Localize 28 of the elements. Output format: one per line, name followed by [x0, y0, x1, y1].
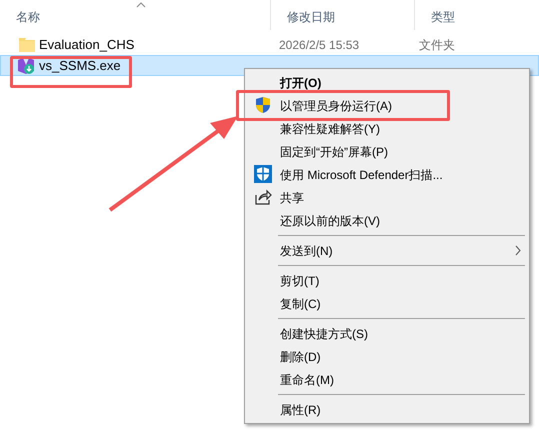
- sort-caret-icon: [136, 2, 146, 8]
- menu-item[interactable]: 固定到“开始”屏幕(P): [245, 140, 529, 163]
- shield-icon: [255, 96, 271, 114]
- file-type: 文件夹: [419, 36, 455, 54]
- menu-item[interactable]: 属性(R): [245, 398, 529, 421]
- menu-item[interactable]: 以管理员身份运行(A): [245, 94, 529, 117]
- menu-item[interactable]: 使用 Microsoft Defender扫描...: [245, 163, 529, 186]
- file-date: 2026/2/5 15:53: [279, 36, 360, 54]
- menu-item[interactable]: 剪切(T): [245, 269, 529, 292]
- column-header[interactable]: 名称: [16, 8, 40, 26]
- folder-icon: [19, 38, 35, 52]
- menu-item[interactable]: 还原以前的版本(V): [245, 209, 529, 232]
- menu-item[interactable]: 复制(C): [245, 292, 529, 315]
- menu-item[interactable]: 兼容性疑难解答(Y): [245, 117, 529, 140]
- chevron-right-icon: [515, 245, 521, 256]
- shield-icon: [254, 165, 272, 183]
- file-name: Evaluation_CHS: [39, 36, 136, 54]
- file-row[interactable]: Evaluation_CHS 2026/2/5 15:53 文件夹: [0, 34, 539, 55]
- menu-item[interactable]: 重命名(M): [245, 368, 529, 391]
- column-header[interactable]: 修改日期: [287, 8, 335, 26]
- menu-item[interactable]: 发送到(N): [245, 239, 529, 262]
- share-icon: [255, 189, 272, 205]
- menu-item[interactable]: 创建快捷方式(S): [245, 322, 529, 345]
- menu-item[interactable]: 删除(D): [245, 345, 529, 368]
- file-name: vs_SSMS.exe: [39, 56, 122, 75]
- column-header[interactable]: 类型: [431, 8, 455, 26]
- app-installer-icon: [17, 56, 35, 74]
- menu-item[interactable]: 共享: [245, 186, 529, 209]
